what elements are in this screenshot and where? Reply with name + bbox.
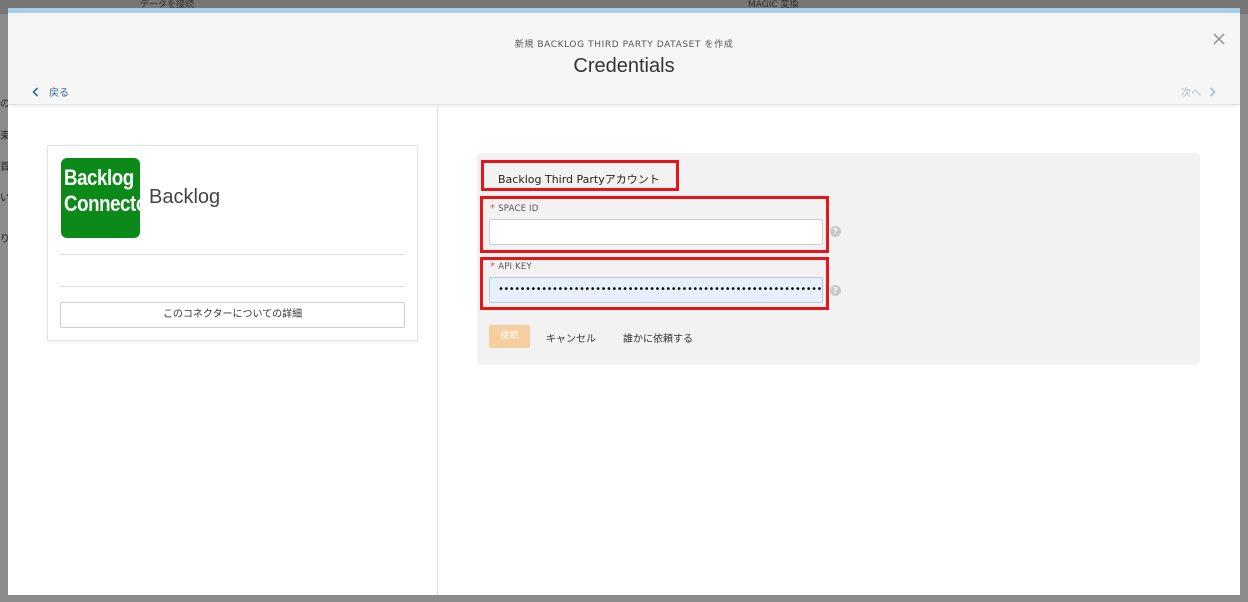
api-key-input[interactable]: ••••••••••••••••••••••••••••••••••••••••…: [489, 277, 823, 303]
modal-header: 新規 BACKLOG THIRD PARTY DATASET を作成 Crede…: [8, 13, 1240, 105]
connector-name: Backlog: [149, 186, 221, 208]
space-id-label-text: SPACE ID: [498, 204, 539, 214]
connect-button[interactable]: 接続: [489, 325, 530, 348]
next-label: 次へ: [1181, 88, 1201, 99]
logo-line: Connector: [64, 191, 154, 216]
next-button[interactable]: 次へ: [1181, 84, 1216, 99]
create-dataset-modal: 新規 BACKLOG THIRD PARTY DATASET を作成 Crede…: [8, 8, 1240, 595]
close-icon: [1213, 33, 1225, 45]
cancel-button[interactable]: キャンセル: [546, 330, 596, 345]
card-divider: [60, 286, 405, 287]
modal-title: Credentials: [573, 55, 675, 77]
back-button[interactable]: 戻る: [32, 84, 69, 99]
chevron-right-icon: [1209, 86, 1216, 97]
card-divider: [60, 254, 405, 255]
api-key-label: * API KEY: [490, 261, 532, 272]
connector-logo: Backlog Connector: [61, 158, 154, 238]
help-icon[interactable]: ?: [830, 226, 841, 237]
back-label: 戻る: [49, 88, 69, 99]
api-key-label-text: API KEY: [498, 262, 532, 272]
connector-card: Backlog Connector Backlog このコネクターについての詳細: [47, 145, 418, 341]
help-icon[interactable]: ?: [830, 285, 841, 296]
chevron-left-icon: [32, 86, 39, 97]
space-id-input[interactable]: [489, 219, 823, 245]
ask-someone-button[interactable]: 誰かに依頼する: [623, 330, 693, 345]
account-label: Backlog Third Partyアカウント: [498, 173, 660, 186]
close-button[interactable]: [1212, 31, 1226, 45]
required-mark: *: [490, 203, 496, 214]
space-id-label: * SPACE ID: [490, 203, 539, 214]
required-mark: *: [490, 261, 496, 272]
panel-divider: [437, 105, 438, 595]
connector-details-button[interactable]: このコネクターについての詳細: [60, 302, 405, 328]
logo-line: Backlog: [64, 165, 134, 190]
modal-subtitle: 新規 BACKLOG THIRD PARTY DATASET を作成: [514, 40, 734, 50]
credentials-form: Backlog Third Partyアカウント * SPACE ID ? * AP…: [477, 153, 1200, 365]
